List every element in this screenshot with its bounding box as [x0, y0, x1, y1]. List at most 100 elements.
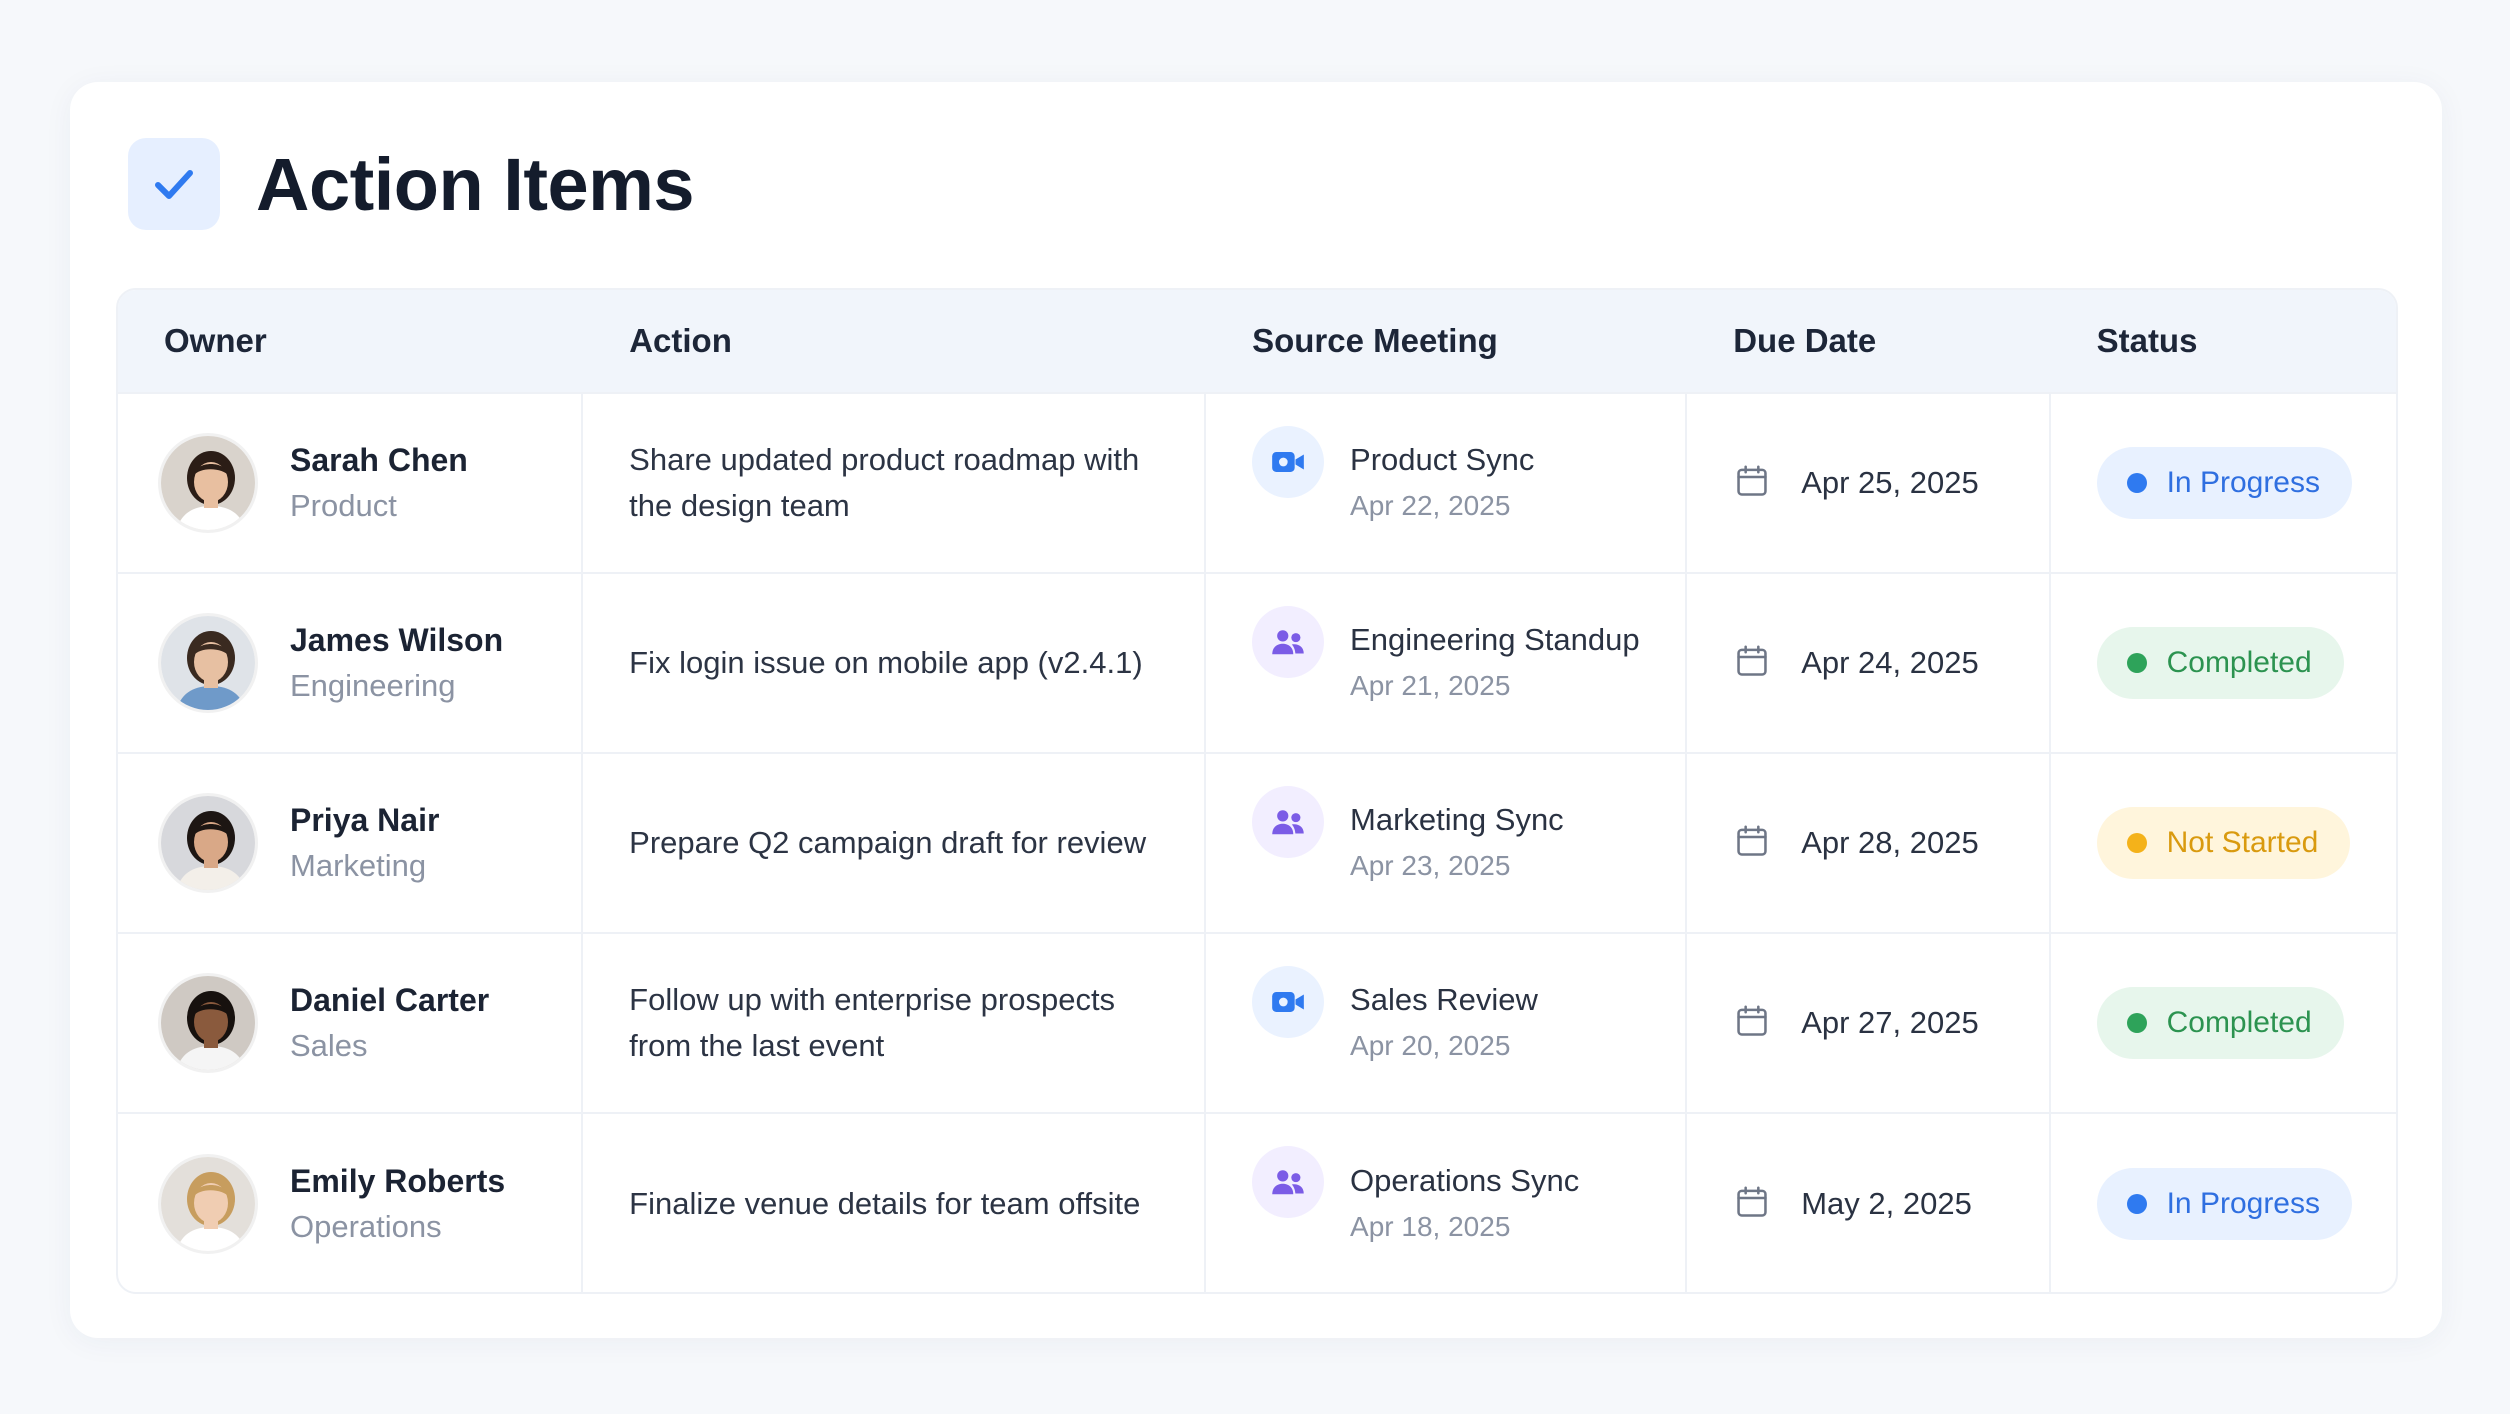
due-date-cell: Apr 27, 2025 — [1687, 934, 2051, 1112]
status-cell: In Progress — [2051, 394, 2396, 572]
status-dot — [2126, 473, 2147, 493]
source-meeting-cell: Engineering Standup Apr 21, 2025 — [1206, 574, 1688, 752]
source-meeting-cell: Product Sync Apr 22, 2025 — [1206, 394, 1688, 572]
due-date: May 2, 2025 — [1801, 1186, 1972, 1221]
owner-cell: Sarah Chen Product — [118, 394, 584, 572]
due-date-cell: Apr 28, 2025 — [1687, 754, 2051, 932]
column-header-due-date[interactable]: Due Date — [1687, 322, 2050, 360]
owner-department: Operations — [290, 1209, 442, 1244]
source-meeting-cell: Sales Review Apr 20, 2025 — [1206, 934, 1688, 1112]
owner-department: Marketing — [290, 848, 427, 883]
source-meeting-name[interactable]: Operations Sync — [1350, 1158, 1579, 1204]
table-row[interactable]: Daniel Carter Sales Follow up with enter… — [118, 934, 2396, 1114]
action-text: Finalize venue details for team offsite — [629, 1186, 1141, 1221]
source-meeting-date: Apr 21, 2025 — [1350, 670, 1511, 701]
status-label: Completed — [2166, 1006, 2312, 1039]
column-header-owner[interactable]: Owner — [118, 322, 583, 360]
table-row[interactable]: Sarah Chen Product Share updated product… — [118, 394, 2396, 574]
action-items-table: Owner Action Source Meeting Due Date Sta… — [116, 288, 2398, 1294]
source-meeting-name[interactable]: Marketing Sync — [1350, 797, 1564, 843]
avatar[interactable] — [158, 793, 258, 893]
source-meeting-date: Apr 18, 2025 — [1350, 1211, 1511, 1242]
action-text: Follow up with enterprise prospects from… — [629, 982, 1116, 1063]
status-cell: Completed — [2051, 574, 2396, 752]
source-meeting-name[interactable]: Product Sync — [1350, 437, 1534, 483]
action-cell: Prepare Q2 campaign draft for review — [583, 754, 1207, 932]
column-header-status[interactable]: Status — [2051, 322, 2396, 360]
page-header: Action Items — [128, 138, 695, 230]
owner-cell: Emily Roberts Operations — [118, 1114, 584, 1292]
status-label: Completed — [2166, 646, 2312, 679]
avatar[interactable] — [158, 1154, 258, 1254]
owner-name: Emily Roberts — [290, 1163, 506, 1199]
status-badge[interactable]: Completed — [2096, 627, 2344, 699]
status-label: Not Started — [2166, 826, 2319, 859]
status-badge[interactable]: Not Started — [2096, 807, 2351, 879]
status-label: In Progress — [2166, 466, 2320, 499]
status-dot — [2126, 833, 2147, 853]
owner-cell: Daniel Carter Sales — [118, 934, 584, 1112]
owner-department: Product — [290, 488, 397, 523]
action-cell: Share updated product roadmap with the d… — [583, 394, 1207, 572]
table-row[interactable]: Priya Nair Marketing Prepare Q2 campaign… — [118, 754, 2396, 934]
source-meeting-name[interactable]: Sales Review — [1350, 977, 1538, 1023]
column-header-source-meeting[interactable]: Source Meeting — [1206, 322, 1687, 360]
owner-name: Priya Nair — [290, 802, 440, 838]
status-label: In Progress — [2166, 1187, 2320, 1220]
calendar-icon — [1733, 641, 1771, 686]
table-header: Owner Action Source Meeting Due Date Sta… — [118, 290, 2396, 394]
avatar[interactable] — [158, 433, 258, 533]
action-text: Fix login issue on mobile app (v2.4.1) — [629, 645, 1143, 680]
due-date-cell: May 2, 2025 — [1687, 1114, 2051, 1292]
owner-department: Engineering — [290, 668, 456, 703]
due-date: Apr 28, 2025 — [1801, 825, 1979, 860]
source-meeting-date: Apr 20, 2025 — [1350, 1030, 1511, 1061]
avatar[interactable] — [158, 973, 258, 1073]
owner-department: Sales — [290, 1028, 368, 1063]
status-badge[interactable]: In Progress — [2096, 1168, 2352, 1240]
due-date: Apr 27, 2025 — [1801, 1005, 1979, 1040]
video-camera-icon — [1252, 426, 1325, 498]
avatar[interactable] — [158, 613, 258, 713]
calendar-icon — [1733, 1182, 1771, 1227]
calendar-icon — [1733, 461, 1771, 506]
status-cell: In Progress — [2051, 1114, 2396, 1292]
calendar-icon — [1733, 1001, 1771, 1046]
owner-name: James Wilson — [290, 622, 504, 658]
action-cell: Fix login issue on mobile app (v2.4.1) — [583, 574, 1207, 752]
status-dot — [2126, 653, 2147, 673]
action-text: Share updated product roadmap with the d… — [629, 442, 1140, 523]
check-icon — [128, 138, 220, 230]
owner-cell: James Wilson Engineering — [118, 574, 584, 752]
source-meeting-date: Apr 23, 2025 — [1350, 850, 1511, 881]
due-date: Apr 24, 2025 — [1801, 645, 1979, 680]
due-date-cell: Apr 25, 2025 — [1687, 394, 2051, 572]
action-cell: Follow up with enterprise prospects from… — [583, 934, 1207, 1112]
table-row[interactable]: James Wilson Engineering Fix login issue… — [118, 574, 2396, 754]
status-cell: Not Started — [2051, 754, 2396, 932]
source-meeting-cell: Marketing Sync Apr 23, 2025 — [1206, 754, 1688, 932]
source-meeting-name[interactable]: Engineering Standup — [1350, 617, 1640, 663]
status-badge[interactable]: Completed — [2096, 987, 2344, 1059]
source-meeting-cell: Operations Sync Apr 18, 2025 — [1206, 1114, 1688, 1292]
owner-cell: Priya Nair Marketing — [118, 754, 584, 932]
owner-name: Sarah Chen — [290, 442, 468, 478]
calendar-icon — [1733, 821, 1771, 866]
due-date-cell: Apr 24, 2025 — [1687, 574, 2051, 752]
people-icon — [1252, 1146, 1325, 1218]
action-text: Prepare Q2 campaign draft for review — [629, 825, 1147, 860]
video-camera-icon — [1252, 966, 1325, 1038]
status-dot — [2126, 1013, 2147, 1033]
status-badge[interactable]: In Progress — [2096, 447, 2352, 519]
action-items-card: Action Items Owner Action Source Meeting… — [70, 82, 2442, 1338]
page-title: Action Items — [256, 142, 695, 226]
people-icon — [1252, 606, 1325, 678]
owner-name: Daniel Carter — [290, 982, 490, 1018]
status-dot — [2126, 1194, 2147, 1214]
column-header-action[interactable]: Action — [583, 322, 1206, 360]
people-icon — [1252, 786, 1325, 858]
table-row[interactable]: Emily Roberts Operations Finalize venue … — [118, 1114, 2396, 1292]
due-date: Apr 25, 2025 — [1801, 465, 1979, 500]
table-body: Sarah Chen Product Share updated product… — [118, 394, 2396, 1292]
action-cell: Finalize venue details for team offsite — [583, 1114, 1207, 1292]
